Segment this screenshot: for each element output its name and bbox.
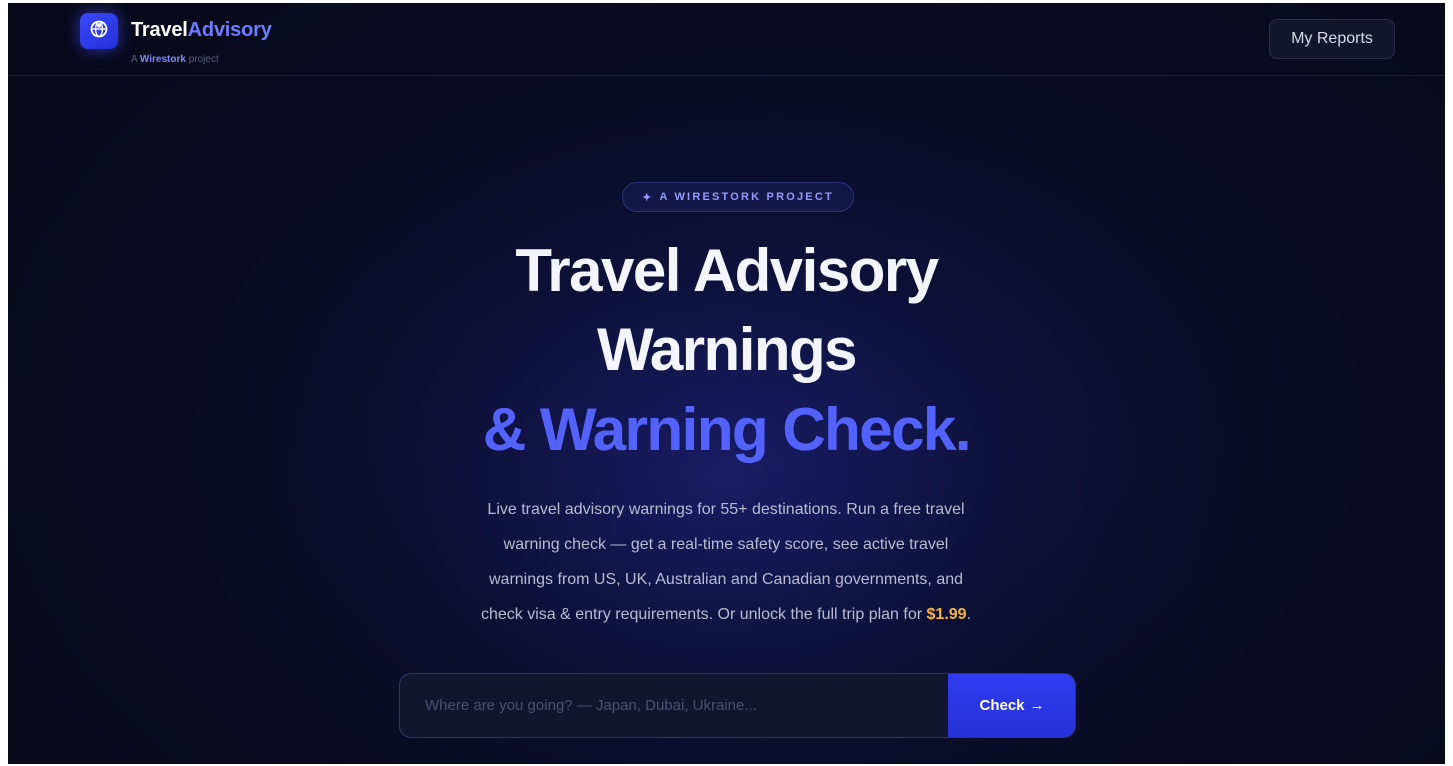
project-badge: ✦ A WIRESTORK PROJECT [622, 182, 854, 212]
logo[interactable] [80, 13, 118, 49]
trip-plan-price: $1.99 [926, 606, 967, 623]
check-button[interactable]: Check → [948, 674, 1075, 737]
top-navigation-bar: TravelAdvisory A Wirestork project My Re… [8, 3, 1445, 76]
sparkle-icon: ✦ [642, 191, 654, 204]
description-line-text: check visa & entry requirements. Or unlo… [480, 606, 927, 623]
hero-description: Live travel advisory warnings for 55+ de… [430, 492, 1022, 632]
check-button-label: Check [979, 697, 1025, 714]
destination-search-input[interactable] [400, 674, 948, 737]
description-line: Live travel advisory warnings for 55+ de… [487, 501, 965, 518]
tagline-suffix: project [185, 54, 219, 65]
tagline-prefix: A [131, 54, 140, 65]
description-line: warning check — get a real-time safety s… [503, 536, 949, 553]
brand-name[interactable]: TravelAdvisory [131, 19, 272, 42]
tagline-company: Wirestork [139, 54, 186, 65]
app-frame: TravelAdvisory A Wirestork project My Re… [8, 3, 1445, 764]
hero-title-line-3: & Warning Check. [8, 395, 1445, 465]
brand-name-part2: Advisory [187, 19, 272, 41]
globe-icon [89, 19, 109, 43]
hero-title-line-1: Travel Advisory [515, 237, 939, 304]
description-period: . [966, 606, 972, 623]
hero-title-line-2: Warnings [596, 316, 858, 383]
project-badge-label: A WIRESTORK PROJECT [659, 191, 834, 203]
brand-tagline: A Wirestork project [131, 54, 219, 65]
description-line: check visa & entry requirements. Or unlo… [430, 597, 1022, 632]
my-reports-button[interactable]: My Reports [1269, 19, 1395, 59]
arrow-right-icon: → [1029, 697, 1045, 714]
description-line: warnings from US, UK, Australian and Can… [488, 571, 964, 588]
destination-search-bar: Check → [399, 673, 1076, 738]
brand-name-part1: Travel [131, 19, 188, 41]
